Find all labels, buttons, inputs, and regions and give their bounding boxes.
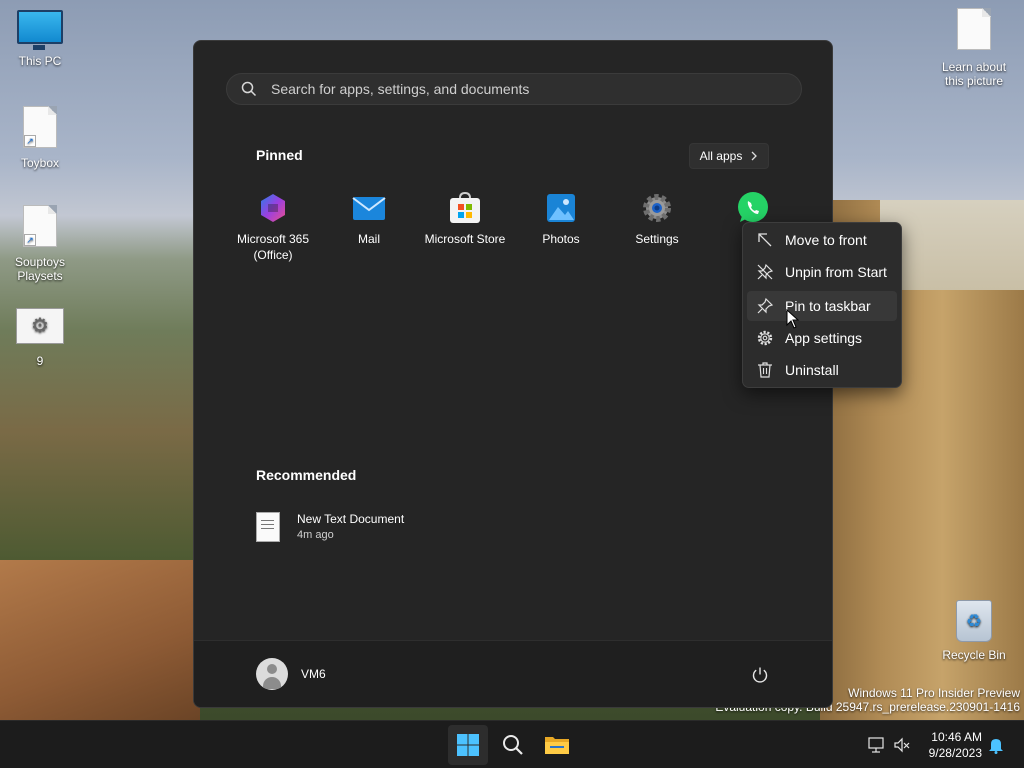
pin-icon: [757, 297, 774, 314]
desktop-icon-this-pc[interactable]: This PC: [0, 10, 80, 68]
notification-bell-icon[interactable]: [986, 735, 1006, 755]
desktop-icon-label: Toybox: [20, 156, 60, 170]
search-input[interactable]: [269, 80, 773, 98]
user-avatar[interactable]: [256, 658, 288, 690]
taskbar-clock[interactable]: 10:46 AM 9/28/2023: [920, 729, 982, 761]
user-name[interactable]: VM6: [301, 667, 326, 681]
move-to-front-icon: [758, 233, 772, 247]
shortcut-arrow-icon: ↗: [24, 234, 36, 246]
file-explorer-button[interactable]: [537, 725, 577, 765]
mouse-cursor-icon: [786, 309, 800, 329]
microsoft-365-icon: [256, 191, 290, 225]
desktop-icon-label: Souptoys Playsets: [14, 255, 66, 283]
power-icon[interactable]: [750, 665, 770, 685]
chevron-right-icon: [751, 151, 758, 161]
settings-tile-icon: ⚙: [16, 308, 64, 344]
file-shortcut-icon: ↗: [23, 106, 57, 148]
pinned-app-photos[interactable]: Photos: [513, 191, 609, 247]
whatsapp-icon: [736, 191, 770, 225]
volume-muted-icon[interactable]: [892, 735, 912, 755]
context-menu-label: Move to front: [785, 232, 867, 248]
pinned-app-settings[interactable]: Settings: [609, 191, 705, 247]
desktop-icon-souptoys-playsets[interactable]: ↗ Souptoys Playsets: [0, 205, 80, 283]
desktop-icon-learn-about-this-picture[interactable]: Learn about this picture: [934, 8, 1014, 88]
shortcut-arrow-icon: ↗: [24, 135, 36, 147]
unpin-icon: [757, 263, 774, 280]
context-menu-item-move-to-front[interactable]: Move to front: [747, 225, 897, 255]
network-icon[interactable]: [866, 735, 886, 755]
app-context-menu: Move to front Unpin from Start Pin to ta…: [742, 222, 902, 388]
desktop-icon-label: 9: [36, 354, 44, 368]
search-icon: [241, 81, 257, 97]
pinned-app-label: Photos: [542, 232, 580, 246]
mail-icon: [352, 191, 386, 225]
file-shortcut-icon: ↗: [23, 205, 57, 247]
this-pc-icon: [17, 10, 63, 50]
gear-icon: [757, 330, 773, 346]
file-icon: [957, 8, 991, 50]
pinned-app-label: Microsoft 365 (Office): [236, 232, 310, 262]
all-apps-button[interactable]: All apps: [689, 143, 769, 169]
recommended-item[interactable]: New Text Document 4m ago: [256, 511, 404, 543]
context-menu-label: App settings: [785, 330, 863, 346]
context-menu-label: Unpin from Start: [785, 264, 887, 280]
recycle-bin-icon: ♻: [956, 600, 992, 642]
desktop-icon-recycle-bin[interactable]: ♻ Recycle Bin: [934, 600, 1014, 662]
photos-icon: [544, 191, 578, 225]
pinned-app-label: Settings: [635, 232, 679, 246]
start-menu: Pinned All apps Microsoft 3: [193, 40, 833, 708]
text-document-icon: [256, 512, 280, 542]
start-search-box[interactable]: [226, 73, 802, 105]
pinned-app-microsoft-store[interactable]: Microsoft Store: [417, 191, 513, 247]
desktop-icon-toybox[interactable]: ↗ Toybox: [0, 106, 80, 170]
pinned-app-mail[interactable]: Mail: [321, 191, 417, 247]
taskbar-search-button[interactable]: [493, 725, 533, 765]
wallpaper-cliff-left: [0, 560, 200, 720]
context-menu-item-app-settings[interactable]: App settings: [747, 323, 897, 353]
pinned-app-label: Microsoft Store: [424, 232, 506, 246]
desktop-icon-9[interactable]: ⚙ 9: [0, 308, 80, 368]
desktop-icon-label: Learn about this picture: [941, 60, 1007, 88]
settings-gear-icon: [640, 191, 674, 225]
pinned-app-microsoft-365[interactable]: Microsoft 365 (Office): [225, 191, 321, 263]
desktop: This PC ↗ Toybox ↗ Souptoys Playsets ⚙ 9…: [0, 0, 1024, 768]
all-apps-label: All apps: [699, 149, 743, 163]
context-menu-item-unpin-from-start[interactable]: Unpin from Start: [747, 257, 897, 287]
pinned-app-label: Mail: [357, 232, 380, 246]
file-explorer-icon: [545, 737, 569, 754]
search-icon: [503, 735, 523, 755]
context-menu-item-uninstall[interactable]: Uninstall: [747, 355, 897, 385]
windows-logo-icon: [457, 734, 479, 756]
start-button[interactable]: [448, 725, 488, 765]
desktop-icon-label: Recycle Bin: [942, 648, 1006, 662]
start-menu-footer: VM6: [194, 640, 832, 707]
trash-icon: [758, 362, 772, 378]
microsoft-store-icon: [448, 191, 482, 225]
recommended-section-title: Recommended: [256, 467, 357, 483]
context-menu-label: Uninstall: [785, 362, 839, 378]
context-menu-item-pin-to-taskbar[interactable]: Pin to taskbar: [747, 291, 897, 321]
recommended-item-title: New Text Document: [297, 512, 405, 526]
clock-date: 9/28/2023: [928, 746, 982, 760]
desktop-icon-label: This PC: [18, 54, 62, 68]
pinned-section-title: Pinned: [256, 147, 303, 163]
clock-time: 10:46 AM: [931, 730, 982, 744]
recommended-item-subtitle: 4m ago: [297, 529, 334, 541]
taskbar: 10:46 AM 9/28/2023: [0, 720, 1024, 768]
